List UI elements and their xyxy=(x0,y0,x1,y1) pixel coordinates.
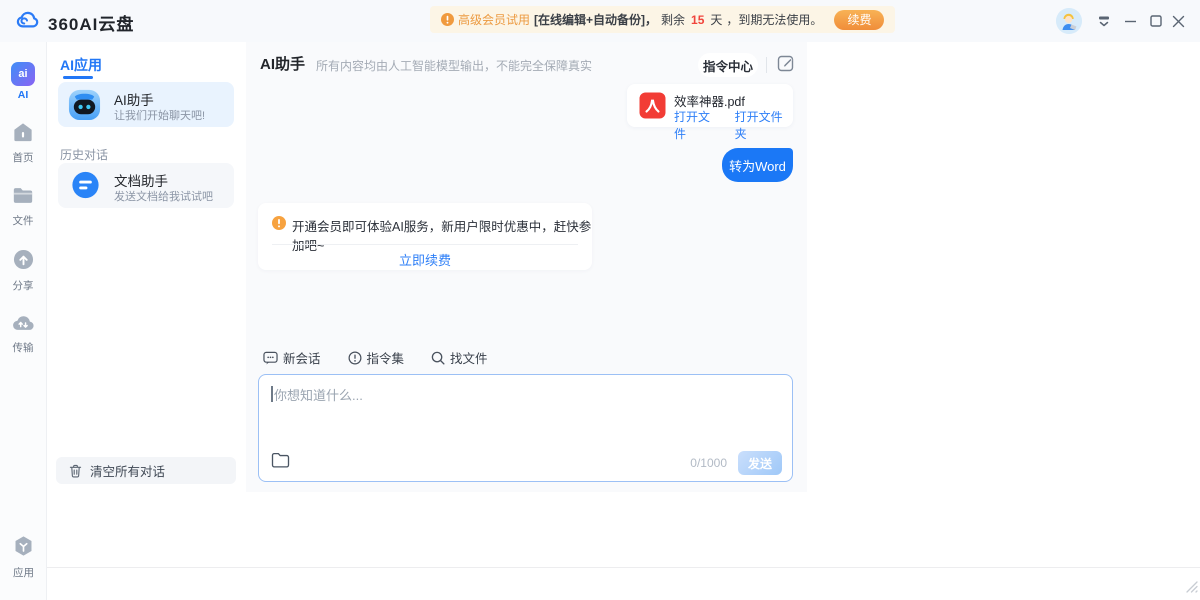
command-set-button[interactable]: 指令集 xyxy=(348,348,405,367)
char-counter: 0/1000 xyxy=(690,456,727,470)
minimize-button[interactable] xyxy=(1120,11,1140,31)
banner-remain-text: 剩余 xyxy=(661,11,685,28)
history-section-label: 历史对话 xyxy=(60,146,108,163)
resize-grip[interactable] xyxy=(1185,580,1198,598)
rail-item-share[interactable]: 分享 xyxy=(0,249,47,293)
renew-now-link[interactable]: 立即续费 xyxy=(258,250,592,269)
banner-days-unit: 天 xyxy=(710,11,722,28)
command-circle-icon xyxy=(348,351,362,365)
ai-assistant-card[interactable]: AI助手 让我们开始聊天吧! xyxy=(58,82,234,127)
transfer-icon xyxy=(12,314,34,337)
app-title: 360AI云盘 xyxy=(48,10,134,35)
send-button[interactable]: 发送 xyxy=(738,451,782,475)
input-toolbar: 新会话 指令集 找文件 xyxy=(263,348,488,367)
card-subtitle: 发送文档给我试试吧 xyxy=(114,188,213,204)
command-center-button[interactable]: 指令中心 xyxy=(698,53,758,77)
tray-menu-icon[interactable] xyxy=(1094,11,1114,31)
membership-notice-card: 开通会员即可体验AI服务，新用户限时优惠中，赶快参加吧~ 立即续费 xyxy=(258,203,592,270)
message-input[interactable] xyxy=(259,375,792,447)
doc-assistant-icon xyxy=(69,169,102,207)
card-title: AI助手 xyxy=(114,89,154,109)
warning-icon xyxy=(272,216,286,235)
robot-icon xyxy=(67,87,102,127)
notice-divider xyxy=(272,244,578,245)
ai-disclaimer: 所有内容均由人工智能模型输出，不能完全保障真实 xyxy=(316,57,592,74)
tab-ai-apps[interactable]: AI应用 xyxy=(60,55,102,75)
card-subtitle: 让我们开始聊天吧! xyxy=(114,107,205,123)
nav-rail: ai AI 首页 文件 分享 xyxy=(0,42,47,600)
file-message-card: 效率神器.pdf 打开文件 打开文件夹 xyxy=(627,84,793,127)
folder-icon xyxy=(12,186,34,210)
trash-icon xyxy=(69,464,82,478)
membership-trial-banner: 高级会员试用[在线编辑+自动备份]，剩余 15 天，到期无法使用。 续费 xyxy=(430,6,895,33)
rail-item-ai[interactable]: ai AI xyxy=(0,62,47,101)
status-bar-divider xyxy=(47,567,1200,568)
rail-item-files[interactable]: 文件 xyxy=(0,186,47,228)
open-folder-link[interactable]: 打开文件夹 xyxy=(735,108,793,142)
attach-folder-icon[interactable] xyxy=(271,452,290,473)
title-bar: 360AI云盘 高级会员试用[在线编辑+自动备份]，剩余 15 天，到期无法使用。 … xyxy=(0,0,1200,42)
chat-title: AI助手 xyxy=(260,53,305,74)
pdf-icon xyxy=(639,92,666,124)
home-icon xyxy=(12,122,34,147)
convert-to-word-bubble[interactable]: 转为Word xyxy=(722,148,793,182)
renew-button[interactable]: 续费 xyxy=(834,10,884,30)
header-divider xyxy=(766,57,767,73)
apps-icon xyxy=(13,535,34,562)
doc-assistant-card[interactable]: 文档助手 发送文档给我试试吧 xyxy=(58,163,234,208)
maximize-button[interactable] xyxy=(1146,11,1166,31)
cloud-logo-icon xyxy=(14,8,41,36)
banner-lead-text: 高级会员试用 xyxy=(458,11,530,28)
card-title: 文档助手 xyxy=(114,170,168,190)
share-icon xyxy=(13,249,34,275)
chat-panel: AI助手 所有内容均由人工智能模型输出，不能完全保障真实 指令中心 效率神器.p… xyxy=(246,42,807,492)
tab-underline xyxy=(63,76,93,79)
rail-item-apps[interactable]: 应用 xyxy=(0,535,47,580)
warning-icon xyxy=(441,13,454,26)
app-logo: 360AI云盘 xyxy=(14,8,134,36)
message-input-container: 0/1000 发送 xyxy=(258,374,793,482)
clear-all-chats-button[interactable]: 清空所有对话 xyxy=(56,457,236,484)
find-file-button[interactable]: 找文件 xyxy=(431,348,488,367)
notice-text: 开通会员即可体验AI服务，新用户限时优惠中，赶快参加吧~ xyxy=(292,216,592,254)
app-window: 360AI云盘 高级会员试用[在线编辑+自动备份]，剩余 15 天，到期无法使用。 … xyxy=(0,0,1200,600)
ai-sidebar: AI应用 AI助手 让我们开始聊天吧! 历史对话 xyxy=(47,42,246,568)
rail-item-home[interactable]: 首页 xyxy=(0,122,47,165)
search-icon xyxy=(431,351,445,365)
rail-item-transfer[interactable]: 传输 xyxy=(0,314,47,355)
banner-tail-text: ，到期无法使用。 xyxy=(726,11,822,28)
banner-days-value: 15 xyxy=(691,13,704,27)
open-file-link[interactable]: 打开文件 xyxy=(674,108,721,142)
user-avatar[interactable] xyxy=(1056,8,1082,34)
new-session-button[interactable]: 新会话 xyxy=(263,348,321,367)
close-button[interactable] xyxy=(1168,11,1188,31)
chat-bubble-icon xyxy=(263,351,278,365)
banner-feature-text: [在线编辑+自动备份]， xyxy=(534,11,657,28)
ai-icon: ai xyxy=(11,62,35,86)
new-chat-edit-icon[interactable] xyxy=(777,54,797,74)
